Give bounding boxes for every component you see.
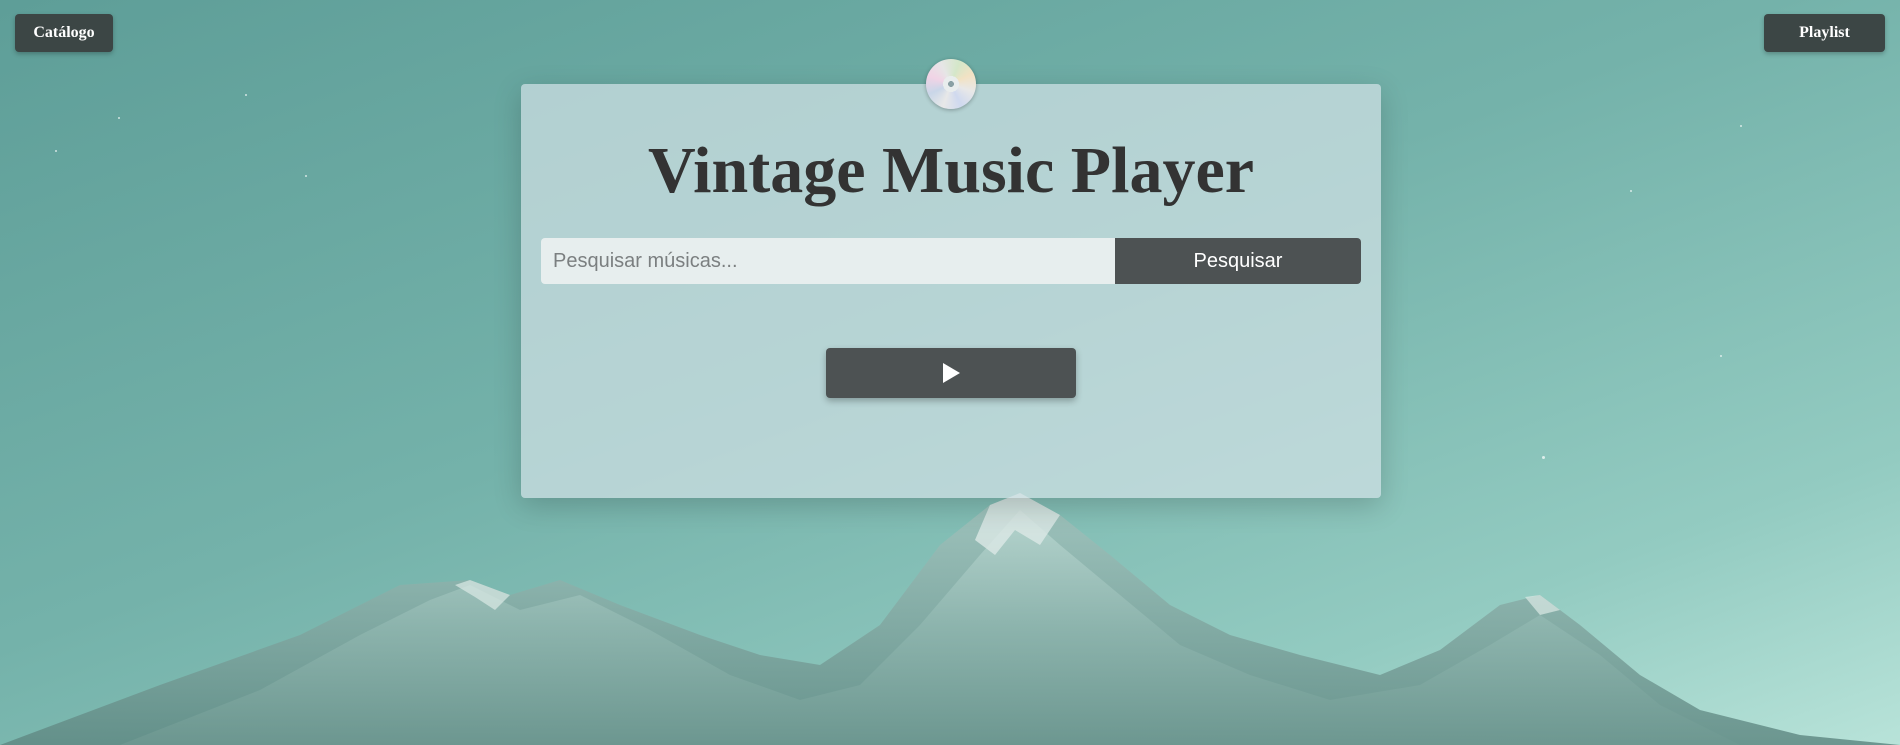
mountains-illustration	[0, 493, 1900, 745]
star	[305, 175, 307, 177]
play-button[interactable]	[826, 348, 1076, 398]
star	[55, 150, 57, 152]
catalog-button[interactable]: Catálogo	[15, 14, 113, 52]
star	[118, 117, 120, 119]
search-input[interactable]	[541, 238, 1115, 284]
star	[1740, 125, 1742, 127]
page-title: Vintage Music Player	[647, 134, 1255, 207]
star	[245, 94, 247, 96]
star	[1630, 190, 1632, 192]
playlist-button[interactable]: Playlist	[1764, 14, 1885, 52]
search-button[interactable]: Pesquisar	[1115, 238, 1361, 284]
play-icon	[943, 363, 960, 383]
cd-disc-icon	[926, 59, 976, 109]
star	[1720, 355, 1722, 357]
star	[1542, 456, 1545, 459]
